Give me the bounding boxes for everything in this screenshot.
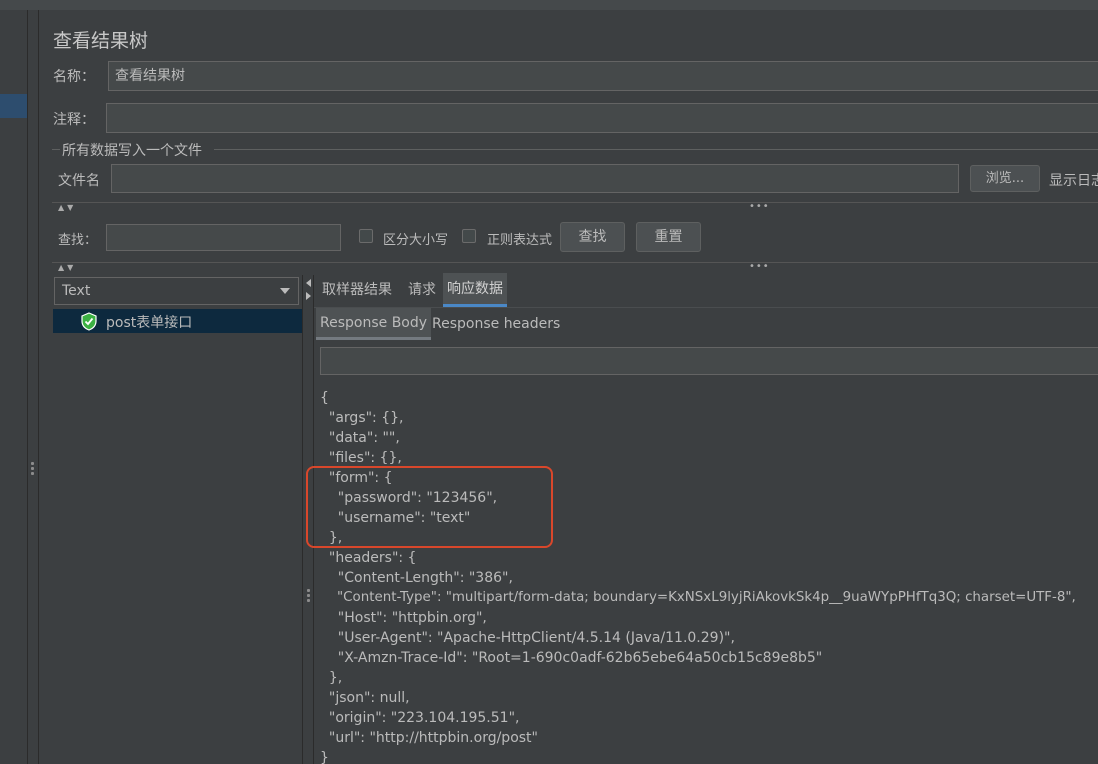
filename-field[interactable] <box>111 164 959 193</box>
group-border-right <box>214 149 1098 150</box>
name-label: 名称： <box>53 69 95 85</box>
response-line: "Content-Length": "386", <box>320 570 513 586</box>
find-button[interactable]: 查找 <box>560 222 625 252</box>
response-line: "X-Amzn-Trace-Id": "Root=1-690c0adf-62b6… <box>320 650 823 666</box>
collapse-left-icon[interactable] <box>306 279 311 287</box>
page-title: 查看结果树 <box>53 30 149 52</box>
response-line: } <box>320 750 329 764</box>
jmeter-window: 查看结果树 名称： 查看结果树 注释： 所有数据写入一个文件 文件名 浏览...… <box>0 0 1098 764</box>
case-sensitive-checkbox[interactable] <box>359 229 373 243</box>
response-line: "origin": "223.104.195.51", <box>320 710 520 726</box>
show-log-label: 显示日志 <box>1049 173 1098 189</box>
response-line: { <box>320 390 329 406</box>
comment-field[interactable] <box>106 103 1098 133</box>
regex-checkbox[interactable] <box>462 229 476 243</box>
divider-2 <box>52 262 1098 263</box>
case-sensitive-label: 区分大小写 <box>383 233 449 248</box>
tab-response-body[interactable]: Response Body <box>316 308 432 340</box>
toolbar-strip <box>0 0 1098 10</box>
collapse-arrows-icon[interactable]: ▲▼ <box>58 203 76 212</box>
tab-response-headers[interactable]: Response headers <box>428 308 564 340</box>
response-search-field[interactable] <box>320 347 1098 375</box>
browse-button[interactable]: 浏览... <box>970 165 1040 192</box>
group-border-left <box>52 149 60 150</box>
search-input[interactable] <box>106 224 341 251</box>
filename-label: 文件名 <box>58 173 100 189</box>
chevron-down-icon <box>280 288 290 294</box>
tab-request[interactable]: 请求 <box>404 273 440 307</box>
reset-button[interactable]: 重置 <box>636 222 701 252</box>
splitter-dots-icon-2[interactable]: ••• <box>749 261 770 272</box>
splitter-dots-icon[interactable]: ••• <box>749 201 770 212</box>
sidebar-selected-item[interactable] <box>0 94 27 118</box>
response-line: "args": {}, <box>320 410 404 426</box>
splitter-grip-icon[interactable] <box>307 589 310 604</box>
response-line: "url": "http://httpbin.org/post" <box>320 730 538 746</box>
search-label: 查找： <box>58 233 98 248</box>
response-line: "headers": { <box>320 550 417 566</box>
collapse-right-icon[interactable] <box>306 292 311 300</box>
tree-item-label[interactable]: post表单接口 <box>106 312 192 332</box>
response-line: "User-Agent": "Apache-HttpClient/4.5.14 … <box>320 630 735 646</box>
response-line: }, <box>320 670 343 686</box>
comment-label: 注释： <box>53 112 95 128</box>
divider-1 <box>52 202 1098 203</box>
name-field[interactable]: 查看结果树 <box>108 61 1098 91</box>
test-plan-sidebar[interactable] <box>0 10 28 764</box>
form-highlight-box <box>306 466 553 548</box>
renderer-select[interactable]: Text <box>54 277 299 305</box>
response-line: "Content-Type": "multipart/form-data; bo… <box>320 590 1076 605</box>
response-line: "Host": "httpbin.org", <box>320 610 487 626</box>
tab-response-data[interactable]: 响应数据 <box>443 273 507 307</box>
collapse-arrows-icon-2[interactable]: ▲▼ <box>58 263 76 272</box>
tab-sampler-result[interactable]: 取样器结果 <box>318 273 396 307</box>
renderer-select-value: Text <box>62 283 91 299</box>
response-line: "files": {}, <box>320 450 402 466</box>
sidebar-resize-grip[interactable] <box>31 462 34 477</box>
response-line: "data": "", <box>320 430 400 446</box>
file-group-title: 所有数据写入一个文件 <box>62 143 202 159</box>
response-line: "json": null, <box>320 690 410 706</box>
success-shield-icon <box>81 312 97 331</box>
regex-label: 正则表达式 <box>487 233 553 248</box>
results-tree-pane <box>52 275 302 764</box>
